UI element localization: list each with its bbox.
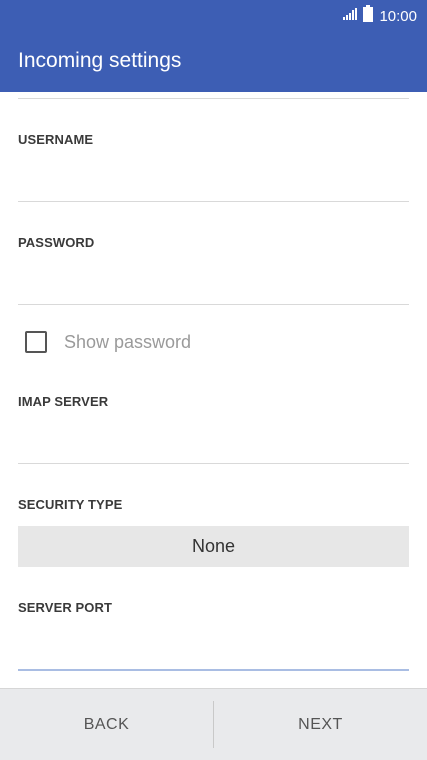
server-port-label: SERVER PORT: [18, 600, 113, 615]
password-label: PASSWORD: [18, 235, 95, 250]
imap-server-underline: [18, 463, 409, 464]
show-password-checkbox[interactable]: [25, 331, 47, 353]
server-port-underline: [18, 669, 409, 671]
next-button[interactable]: NEXT: [214, 689, 427, 760]
username-label: USERNAME: [18, 132, 94, 147]
page-title: Incoming settings: [18, 49, 182, 72]
security-type-label: SECURITY TYPE: [18, 497, 123, 512]
bottom-navigation: BACK NEXT: [0, 688, 427, 760]
username-input[interactable]: [18, 164, 409, 194]
signal-icon: [343, 7, 358, 25]
divider: [18, 98, 409, 99]
app-bar: Incoming settings: [0, 32, 427, 92]
security-type-value: None: [191, 536, 236, 556]
imap-server-label: IMAP SERVER: [18, 394, 109, 409]
settings-form: USERNAME PASSWORD Show password IMAP SER…: [0, 92, 427, 688]
server-port-input[interactable]: [18, 632, 409, 662]
security-type-select[interactable]: None: [18, 526, 409, 567]
battery-icon: [363, 5, 374, 27]
back-button[interactable]: BACK: [0, 689, 213, 760]
status-bar: 10:00: [0, 0, 427, 32]
status-icons: 10:00: [343, 5, 417, 27]
show-password-toggle[interactable]: Show password: [25, 330, 191, 354]
imap-server-input[interactable]: [18, 426, 409, 456]
status-time: 10:00: [379, 7, 417, 25]
username-underline: [18, 201, 409, 202]
password-input[interactable]: [18, 267, 409, 297]
password-underline: [18, 304, 409, 305]
show-password-label: Show password: [64, 331, 192, 352]
